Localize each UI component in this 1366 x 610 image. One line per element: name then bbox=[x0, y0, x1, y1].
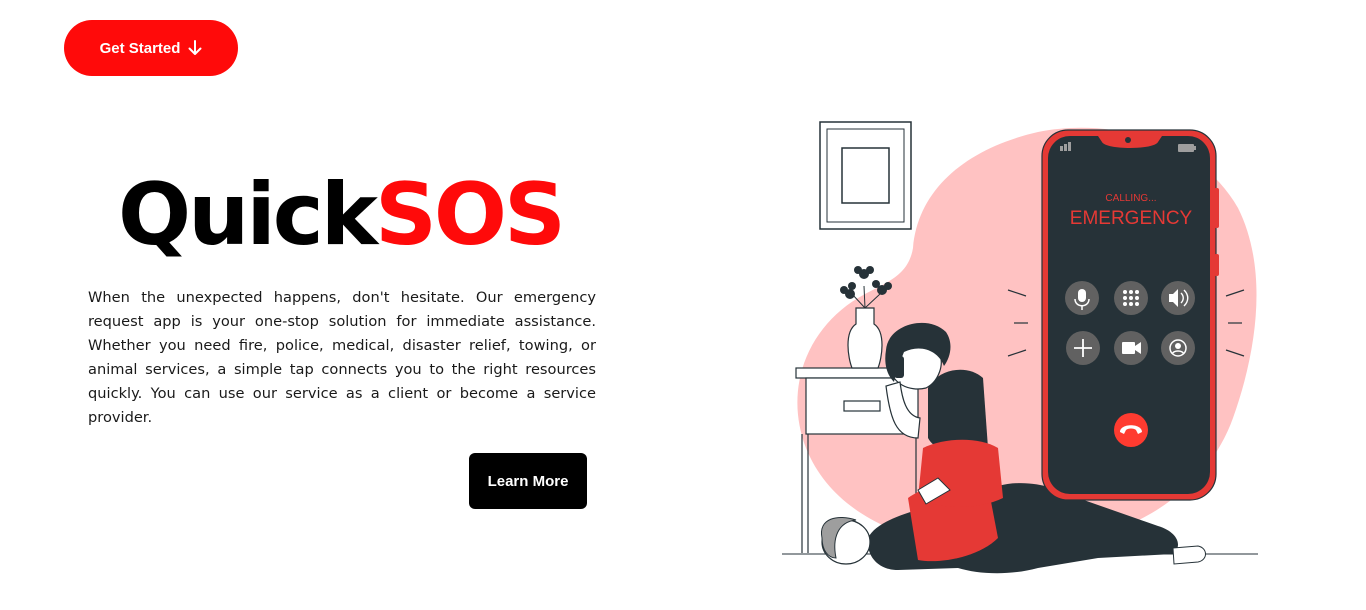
hero-description: When the unexpected happens, don't hesit… bbox=[88, 289, 596, 426]
brand-logo-text: QuickSOS bbox=[118, 172, 566, 258]
arrow-down-icon bbox=[188, 40, 202, 56]
mic-icon bbox=[1065, 281, 1099, 315]
phone-calling-label: CALLING... bbox=[1105, 193, 1156, 204]
phone-emergency-label: EMERGENCY bbox=[1070, 208, 1193, 229]
video-icon bbox=[1114, 331, 1148, 365]
hang-up-icon bbox=[1114, 413, 1148, 447]
page: Get Started QuickSOS When the unexpected… bbox=[0, 0, 1366, 610]
get-started-label: Get Started bbox=[99, 39, 181, 57]
keypad-icon bbox=[1114, 281, 1148, 315]
speaker-icon bbox=[1161, 281, 1195, 315]
emergency-call-illustration: CALLING... EMERGENCY bbox=[778, 118, 1262, 588]
get-started-button[interactable]: Get Started bbox=[64, 20, 238, 76]
brand-part-quick: Quick bbox=[118, 165, 378, 265]
contact-icon bbox=[1161, 331, 1195, 365]
add-call-icon bbox=[1066, 331, 1100, 365]
learn-more-button[interactable]: Learn More bbox=[469, 453, 587, 509]
wall-frame-icon bbox=[819, 121, 912, 230]
brand-part-sos: SOS bbox=[374, 165, 566, 265]
